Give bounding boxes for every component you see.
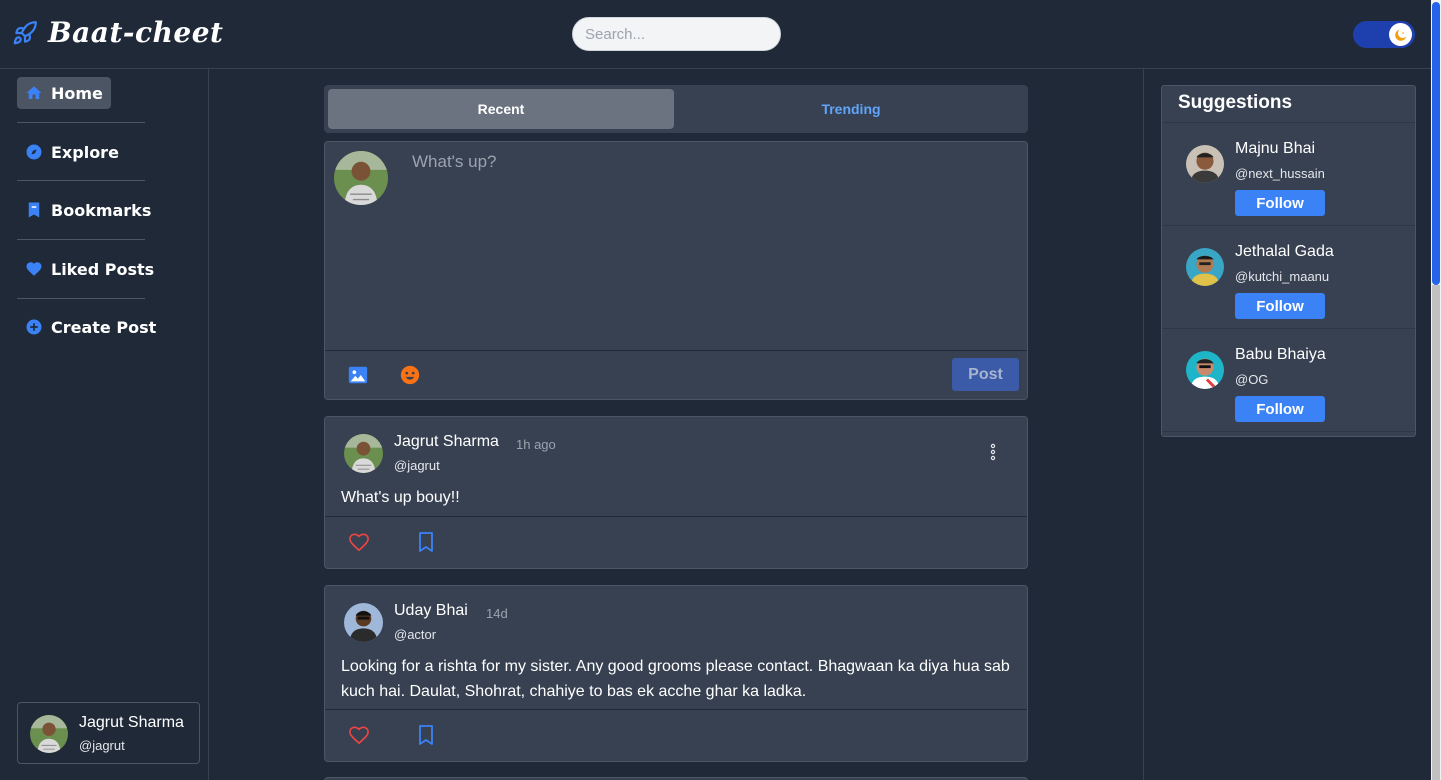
- nav-divider: [17, 122, 145, 123]
- sidebar-item-explore[interactable]: Explore: [17, 136, 127, 168]
- follow-button[interactable]: Follow: [1235, 293, 1325, 319]
- right-sidebar: Suggestions Majnu Bhai @next_hussain Fol…: [1143, 69, 1431, 780]
- suggestion-item: Jethalal Gada @kutchi_maanu Follow: [1162, 226, 1415, 329]
- rocket-icon: [13, 20, 37, 44]
- suggestion-handle: @kutchi_maanu: [1235, 269, 1330, 284]
- sidebar-item-bookmarks[interactable]: Bookmarks: [17, 194, 159, 226]
- nav-divider: [17, 180, 145, 181]
- suggestion-item: Majnu Bhai @next_hussain Follow: [1162, 123, 1415, 226]
- heart-icon: [26, 262, 42, 276]
- moon-icon: [1394, 29, 1406, 41]
- avatar[interactable]: [344, 434, 383, 473]
- post-divider: [325, 709, 1027, 710]
- nav-divider: [17, 298, 145, 299]
- suggestions-panel: Suggestions Majnu Bhai @next_hussain Fol…: [1161, 85, 1416, 437]
- sidebar-item-label: Liked Posts: [51, 259, 155, 279]
- like-icon[interactable]: [348, 532, 370, 552]
- suggestion-name[interactable]: Babu Bhaiya: [1235, 346, 1326, 364]
- post-time: 14d: [486, 606, 508, 621]
- sidebar-item-label: Home: [51, 83, 103, 103]
- sidebar-item-home[interactable]: Home: [17, 77, 111, 109]
- sidebar-item-label: Explore: [51, 142, 119, 162]
- more-options-icon[interactable]: [987, 443, 999, 461]
- composer-divider: [325, 350, 1027, 351]
- sidebar-item-create-post[interactable]: Create Post: [17, 311, 164, 343]
- search-input[interactable]: [572, 17, 781, 51]
- suggestion-handle: @OG: [1235, 372, 1269, 387]
- post-card: Uday Bhai 14d @actor Looking for a risht…: [324, 585, 1028, 762]
- image-icon[interactable]: [347, 364, 369, 386]
- bookmark-icon: [28, 202, 40, 218]
- suggestions-title: Suggestions: [1178, 92, 1293, 113]
- suggestion-name[interactable]: Majnu Bhai: [1235, 140, 1315, 158]
- scrollbar-track: [1432, 285, 1440, 780]
- current-user-handle: @jagrut: [79, 738, 125, 753]
- app-title: Baat-cheet: [48, 16, 224, 49]
- suggestion-item: Babu Bhaiya @OG Follow: [1162, 329, 1415, 432]
- sidebar-item-label: Create Post: [51, 317, 157, 337]
- home-icon: [26, 86, 42, 99]
- avatar[interactable]: [1186, 351, 1224, 389]
- like-icon[interactable]: [348, 725, 370, 745]
- nav-divider: [17, 239, 145, 240]
- composer-input[interactable]: What's up?: [412, 152, 497, 172]
- post-handle: @actor: [394, 627, 437, 642]
- avatar[interactable]: [1186, 145, 1224, 183]
- current-user-name: Jagrut Sharma: [79, 714, 184, 731]
- suggestion-name[interactable]: Jethalal Gada: [1235, 243, 1334, 261]
- post-card: Jagrut Sharma 1h ago @jagrut What's up b…: [324, 416, 1028, 569]
- top-bar: Baat-cheet: [0, 0, 1431, 69]
- post-body: Looking for a rishta for my sister. Any …: [341, 658, 1010, 700]
- post-author[interactable]: Jagrut Sharma: [394, 433, 499, 451]
- suggestion-handle: @next_hussain: [1235, 166, 1325, 181]
- follow-button[interactable]: Follow: [1235, 190, 1325, 216]
- sidebar-item-liked-posts[interactable]: Liked Posts: [17, 253, 162, 285]
- post-body: What's up bouy!!: [341, 489, 460, 506]
- tab-recent[interactable]: Recent: [328, 89, 674, 129]
- emoji-icon[interactable]: [399, 364, 421, 386]
- post-handle: @jagrut: [394, 458, 440, 473]
- avatar: [30, 715, 68, 753]
- sidebar-item-label: Bookmarks: [51, 200, 152, 220]
- avatar[interactable]: [1186, 248, 1224, 286]
- avatar: [334, 151, 388, 205]
- post-button[interactable]: Post: [952, 358, 1019, 391]
- left-sidebar: Home Explore Bookmarks Liked Posts Creat…: [0, 69, 209, 780]
- plus-circle-icon: [26, 319, 42, 335]
- bookmark-icon[interactable]: [417, 531, 435, 553]
- post-time: 1h ago: [516, 437, 556, 452]
- feed-tabs: Recent Trending: [324, 85, 1028, 133]
- compass-icon: [26, 144, 42, 160]
- follow-button[interactable]: Follow: [1235, 396, 1325, 422]
- toggle-knob: [1389, 23, 1412, 46]
- avatar[interactable]: [344, 603, 383, 642]
- post-divider: [325, 516, 1027, 517]
- logo[interactable]: Baat-cheet: [12, 16, 223, 49]
- scrollbar-thumb[interactable]: [1432, 2, 1440, 285]
- current-user-card[interactable]: Jagrut Sharma @jagrut: [17, 702, 200, 764]
- tab-trending[interactable]: Trending: [678, 89, 1024, 129]
- theme-toggle[interactable]: [1353, 21, 1415, 48]
- page-scrollbar[interactable]: [1431, 0, 1441, 780]
- bookmark-icon[interactable]: [417, 724, 435, 746]
- post-author[interactable]: Uday Bhai: [394, 602, 468, 620]
- post-composer: What's up? Post: [324, 141, 1028, 400]
